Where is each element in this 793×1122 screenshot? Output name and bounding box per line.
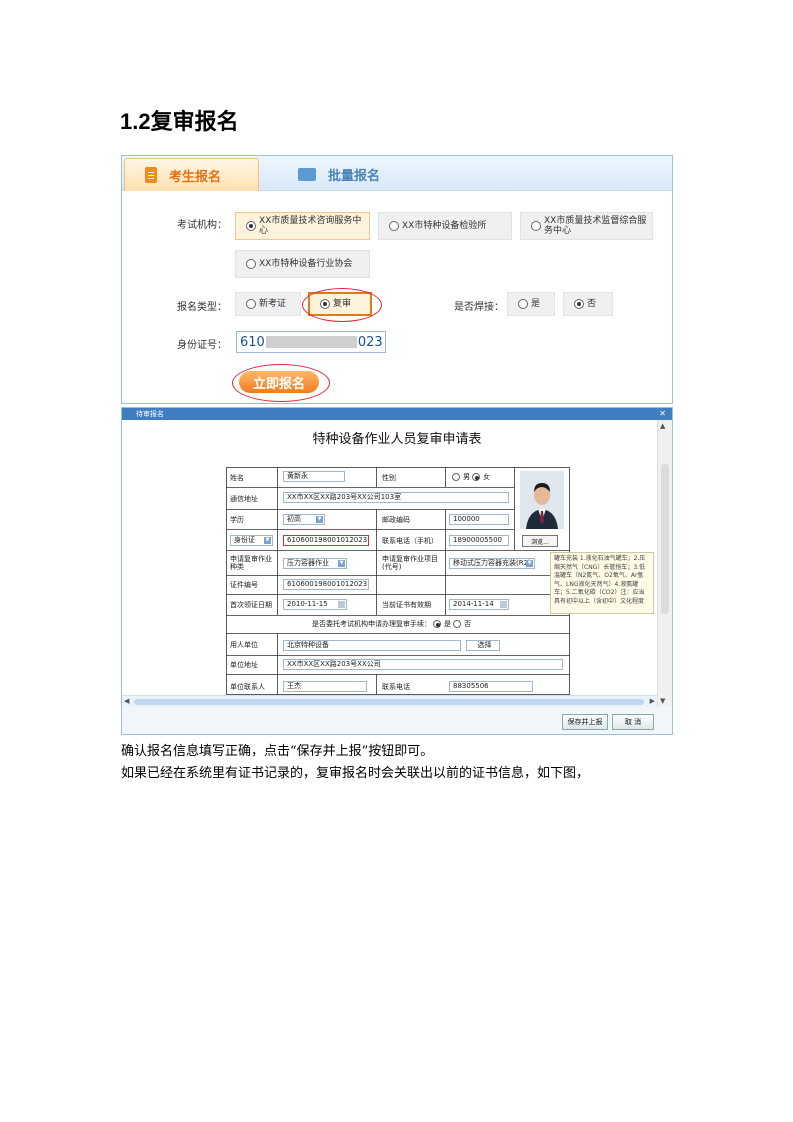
valid-date-field[interactable]: 2014-11-14: [449, 599, 509, 610]
label-cert-no: 证件编号: [230, 581, 258, 589]
gender-group: 男 女: [452, 473, 490, 481]
review-application-dialog: 待审报名 ✕ 特种设备作业人员复审申请表 姓名 黄新永 性别 男 女 浏览...…: [121, 407, 673, 735]
radio-icon: [518, 299, 528, 309]
radio-icon: [246, 259, 256, 269]
tooltip: 罐车充装 1.液化石油气罐车；2.压缩天然气（CNG）长管拖车；3.低温罐车（N…: [550, 552, 654, 614]
chevron-down-icon[interactable]: ▼: [660, 697, 665, 705]
chevron-left-icon[interactable]: ◀: [124, 697, 129, 705]
person-icon: [520, 471, 564, 529]
weld-option-no[interactable]: 否: [563, 292, 613, 316]
first-date-field[interactable]: 2010-11-15: [283, 599, 347, 610]
paragraph: 确认报名信息填写正确，点击“保存并上报”按钮即可。: [121, 744, 434, 759]
label-contact-phone: 联系电话: [382, 683, 410, 691]
entrust-row: 是否委托考试机构申请办理复审手续： 是 否: [312, 620, 471, 628]
radio-icon[interactable]: [452, 473, 460, 481]
radio-icon: [531, 221, 541, 231]
radio-icon: [389, 221, 399, 231]
tab-bar: 考生报名 批量报名: [122, 156, 672, 191]
label-gender: 性别: [382, 474, 396, 482]
chevron-up-icon[interactable]: ▲: [660, 422, 665, 430]
label-valid-date: 当前证书有效期: [382, 601, 431, 609]
label-employer: 用人单位: [230, 641, 258, 649]
weld-option-yes[interactable]: 是: [507, 292, 555, 316]
label-first-date: 首次领证日期: [230, 601, 272, 609]
section-heading: 1.2复审报名: [120, 109, 239, 134]
type-option-new[interactable]: 新考证: [235, 292, 301, 316]
unit-address-field[interactable]: XX市XX区XX路203号XX公司: [283, 659, 563, 670]
id-number-input[interactable]: 610 023: [236, 331, 386, 353]
vertical-scrollbar[interactable]: ▲ ▼: [657, 420, 672, 707]
radio-checked-icon: [246, 221, 256, 231]
radio-checked-icon[interactable]: [472, 473, 480, 481]
edu-select[interactable]: 初高 ▼: [283, 514, 325, 525]
label-unit-address: 单位地址: [230, 661, 258, 669]
scroll-thumb[interactable]: [661, 464, 669, 614]
radio-checked-icon: [574, 299, 584, 309]
tab-candidate-registration[interactable]: 考生报名: [124, 158, 259, 191]
label-apply-type: 申请复审作业种类: [230, 555, 272, 571]
tab-label: 考生报名: [169, 169, 222, 185]
redaction-mask: [265, 336, 357, 348]
org-option-3[interactable]: XX市质量技术监督综合服务中心: [520, 212, 653, 240]
tab-batch-registration[interactable]: 批量报名: [272, 158, 422, 190]
radio-icon: [246, 299, 256, 309]
chevron-down-icon: ▼: [338, 560, 345, 567]
name-field[interactable]: 黄新永: [283, 471, 345, 482]
label-phone: 联系电话（手机）: [382, 537, 438, 545]
close-icon[interactable]: ✕: [659, 408, 666, 420]
id-number-field[interactable]: 610600198001012023: [283, 535, 369, 546]
scroll-thumb[interactable]: [134, 699, 644, 705]
org-option-2[interactable]: XX市特种设备检验所: [378, 212, 512, 240]
label-postcode: 邮政编码: [382, 516, 410, 524]
apply-item-select[interactable]: 移动式压力容器充装(R2) ▼: [449, 558, 535, 569]
label-contact: 单位联系人: [230, 683, 265, 691]
dialog-footer: 保存并上报 取 消: [122, 707, 672, 734]
cancel-button[interactable]: 取 消: [612, 714, 654, 730]
chevron-down-icon: ▼: [316, 516, 323, 523]
registration-panel: 考生报名 批量报名 考试机构： XX市质量技术咨询服务中心 XX市特种设备检验所…: [121, 155, 673, 404]
label-address: 通信地址: [230, 495, 258, 503]
org-label: 考试机构：: [177, 220, 227, 231]
chevron-down-icon: ▼: [264, 537, 271, 544]
address-field[interactable]: XX市XX区XX路203号XX公司103室: [283, 492, 509, 503]
label-edu: 学历: [230, 516, 244, 524]
radio-checked-icon[interactable]: [433, 620, 441, 628]
calendar-icon: [338, 601, 345, 608]
postcode-field[interactable]: 100000: [449, 514, 509, 525]
radio-icon[interactable]: [453, 620, 461, 628]
org-option-1[interactable]: XX市质量技术咨询服务中心: [235, 212, 370, 240]
chevron-right-icon[interactable]: ▶: [650, 697, 655, 705]
org-option-4[interactable]: XX市特种设备行业协会: [235, 250, 370, 278]
highlight-circle: [232, 364, 330, 402]
type-label: 报名类型：: [177, 302, 227, 313]
employer-field[interactable]: 北京特种设备: [283, 640, 461, 651]
weld-label: 是否焊接：: [454, 302, 504, 313]
tab-label: 批量报名: [328, 168, 381, 184]
applicant-photo: [520, 471, 564, 529]
label-name: 姓名: [230, 474, 244, 482]
calendar-icon: [500, 601, 507, 608]
browse-button[interactable]: 浏览...: [522, 535, 558, 547]
choose-button[interactable]: 选择: [466, 640, 500, 651]
id-type-select[interactable]: 身份证 ▼: [230, 535, 273, 546]
highlight-circle: [302, 288, 382, 322]
folder-icon: [298, 167, 316, 181]
label-apply-item: 申请复审作业项目(代号): [382, 555, 438, 571]
contact-phone-field[interactable]: 88305506: [449, 681, 533, 692]
document-icon: [145, 167, 157, 183]
phone-field[interactable]: 18900005500: [449, 535, 509, 546]
chevron-down-icon: ▼: [526, 560, 533, 567]
apply-type-select[interactable]: 压力容器作业 ▼: [283, 558, 347, 569]
contact-field[interactable]: 王杰: [283, 681, 367, 692]
paragraph: 如果已经在系统里有证书记录的，复审报名时会关联出以前的证书信息，如下图，: [121, 766, 590, 781]
cert-no-field[interactable]: 610600198001012023: [283, 579, 369, 590]
save-and-submit-button[interactable]: 保存并上报: [562, 714, 608, 730]
id-label: 身份证号：: [177, 340, 227, 351]
